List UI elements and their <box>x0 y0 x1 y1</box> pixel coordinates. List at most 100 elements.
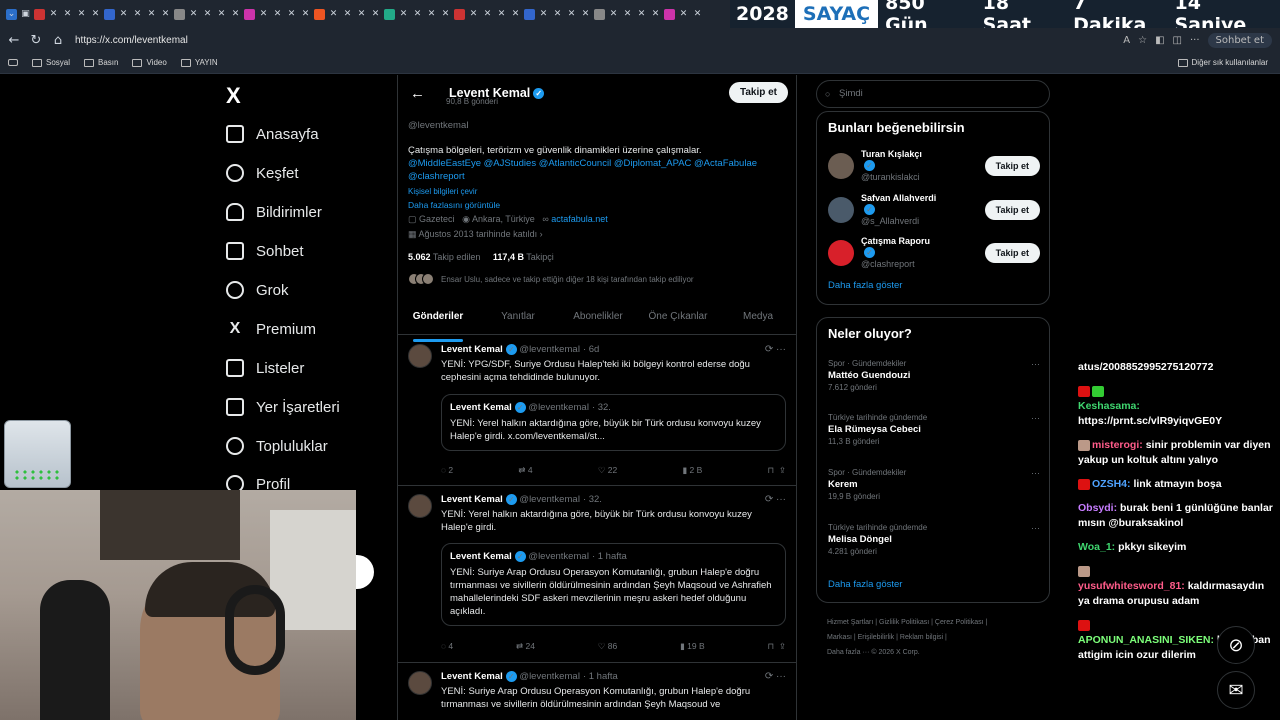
nav-premium[interactable]: X Premium <box>226 320 316 338</box>
nav-messages[interactable]: Sohbet <box>226 242 304 260</box>
footer-link[interactable]: Hizmet Şartları <box>827 619 873 626</box>
browser-tab[interactable]: ✕ <box>216 9 227 20</box>
reply-button[interactable]: ◌ 2 <box>441 465 453 476</box>
browser-tab[interactable] <box>384 8 395 20</box>
more-icon[interactable]: ⟳ ··· <box>765 344 786 355</box>
repost-button[interactable]: ⇄ 4 <box>518 465 532 476</box>
browser-tab[interactable]: ✕ <box>552 9 563 20</box>
home-icon[interactable]: ⌂ <box>47 33 69 48</box>
browser-tab[interactable] <box>454 8 465 20</box>
browser-tab[interactable]: ✕ <box>328 9 339 20</box>
copilot-button[interactable]: Sohbet et <box>1207 32 1272 48</box>
browser-tab[interactable]: ✕ <box>230 9 241 20</box>
x-logo-icon[interactable]: X <box>226 83 241 109</box>
suggestion[interactable]: Safvan Allahverdi ✓ @s_Allahverdi Takip et <box>828 192 1040 227</box>
browser-tab[interactable]: ✕ <box>146 9 157 20</box>
browser-tab[interactable]: ✕ <box>370 9 381 20</box>
browser-tab[interactable]: ✕ <box>90 9 101 20</box>
avatar[interactable] <box>408 671 432 695</box>
browser-tab[interactable]: ✕ <box>188 9 199 20</box>
repost-button[interactable]: ⇄ 24 <box>516 641 535 652</box>
browser-tab[interactable]: ✕ <box>398 9 409 20</box>
extension-icon[interactable]: ◧ <box>1155 35 1164 46</box>
footer-link[interactable]: Gizlilik Politikası <box>879 619 929 626</box>
bookmark-sosyal[interactable]: Sosyal <box>32 58 70 67</box>
show-more-link[interactable]: Daha fazlasını görüntüle <box>408 199 788 212</box>
browser-tab[interactable]: ✕ <box>496 9 507 20</box>
browser-tab[interactable]: ✕ <box>160 9 171 20</box>
followers-count[interactable]: 117,4 B Takipçi <box>493 252 554 262</box>
browser-tab[interactable] <box>524 8 535 20</box>
browser-tab[interactable]: ✕ <box>272 9 283 20</box>
tab-menu-icon[interactable]: ⌄ <box>6 8 17 20</box>
suggestion[interactable]: Turan Kışlakçı ✓ @turankislakci Takip et <box>828 148 1040 183</box>
browser-tab[interactable]: ✕ <box>636 9 647 20</box>
browser-tab[interactable] <box>594 8 605 20</box>
views-button[interactable]: ▮ 19 B <box>680 641 705 652</box>
favorite-icon[interactable]: ☆ <box>1138 35 1147 46</box>
show-more-link[interactable]: Daha fazla göster <box>828 280 902 291</box>
grok-float-icon[interactable]: ⊘ <box>1217 626 1255 664</box>
workspace-icon[interactable]: ▣ <box>20 9 31 20</box>
browser-tab[interactable]: ✕ <box>482 9 493 20</box>
browser-tab[interactable] <box>174 8 185 20</box>
tab-media[interactable]: Medya <box>718 307 796 334</box>
suggestion[interactable]: Çatışma Raporu ✓ @clashreport Takip et <box>828 235 1040 270</box>
browser-tab[interactable]: ✕ <box>412 9 423 20</box>
trend-item[interactable]: Spor · Gündemdekiler Mattéo Guendouzi 7.61… <box>828 358 1040 394</box>
nav-home[interactable]: Anasayfa <box>226 125 319 143</box>
search-input[interactable]: ○ Şimdi <box>816 80 1050 108</box>
like-button[interactable]: ♡ 22 <box>598 465 617 476</box>
other-bookmarks[interactable]: Diğer sık kullanılanlar <box>1177 58 1268 67</box>
follow-button[interactable]: Takip et <box>984 199 1040 220</box>
more-icon[interactable]: ⟳ ··· <box>765 494 786 505</box>
footer-link[interactable]: Daha fazla ··· <box>827 649 869 656</box>
nav-bookmarks[interactable]: Yer İşaretleri <box>226 398 340 416</box>
bio-links[interactable]: @MiddleEastEye @AJStudies @AtlanticCounc… <box>408 157 788 183</box>
tweet[interactable]: Levent Kemal ✓ @leventkemaI · 6d ⟳ ··· YE… <box>398 336 796 486</box>
browser-tab[interactable]: ✕ <box>580 9 591 20</box>
more-icon[interactable]: ··· <box>1190 35 1200 46</box>
trend-item[interactable]: Türkiye tarihinde gündemde Melisa Döngel 4… <box>828 522 1040 558</box>
browser-tab[interactable]: ✕ <box>692 9 703 20</box>
nav-grok[interactable]: Grok <box>226 281 289 299</box>
nav-explore[interactable]: Keşfet <box>226 164 299 182</box>
nav-communities[interactable]: Topluluklar <box>226 437 328 455</box>
trend-item[interactable]: Spor · Gündemdekiler Kerem 19,9 B gönderi ·… <box>828 467 1040 503</box>
profile-joined[interactable]: Ağustos 2013 tarihinde katıldı <box>419 229 538 239</box>
browser-tab[interactable]: ✕ <box>286 9 297 20</box>
views-button[interactable]: ▮ 2 B <box>682 465 702 476</box>
browser-tab[interactable]: ✕ <box>650 9 661 20</box>
avatar[interactable] <box>408 494 432 518</box>
quoted-tweet[interactable]: Levent Kemal ✓ @leventkemaI · 1 hafta YEN… <box>441 543 786 627</box>
url-field[interactable]: https://x.com/leventkemal <box>75 35 775 46</box>
browser-tab[interactable] <box>34 8 45 20</box>
follow-button[interactable]: Takip et <box>984 242 1040 263</box>
more-icon[interactable]: ⟳ ··· <box>765 671 786 682</box>
browser-tab[interactable]: ✕ <box>76 9 87 20</box>
browser-tab[interactable]: ✕ <box>608 9 619 20</box>
translate-bio-link[interactable]: Kişisel bilgileri çevir <box>408 185 788 198</box>
browser-tab[interactable] <box>104 8 115 20</box>
tab-replies[interactable]: Yanıtlar <box>478 307 558 334</box>
browser-tab[interactable]: ✕ <box>510 9 521 20</box>
browser-tab[interactable]: ✕ <box>538 9 549 20</box>
browser-tab[interactable]: ✕ <box>48 9 59 20</box>
followers-you-know[interactable]: Ensar Uslu, sadece ve takip ettiğin diğe… <box>408 273 694 285</box>
bookmarks-toggle-icon[interactable] <box>8 59 18 66</box>
browser-tab[interactable] <box>244 8 255 20</box>
browser-tab[interactable]: ✕ <box>118 9 129 20</box>
reload-icon[interactable]: ↻ <box>25 33 47 48</box>
browser-tab[interactable]: ✕ <box>300 9 311 20</box>
browser-tab[interactable]: ✕ <box>566 9 577 20</box>
profile-website[interactable]: actafabula.net <box>551 214 608 224</box>
bookmark-basin[interactable]: Basın <box>84 58 118 67</box>
browser-tab[interactable]: ✕ <box>678 9 689 20</box>
collections-icon[interactable]: ◫ <box>1173 35 1182 46</box>
browser-tab[interactable]: ✕ <box>426 9 437 20</box>
footer-link[interactable]: Reklam bilgisi <box>900 634 943 641</box>
tab-posts[interactable]: Gönderiler <box>398 307 478 342</box>
show-more-link[interactable]: Daha fazla göster <box>828 579 902 590</box>
follow-button[interactable]: Takip et <box>984 155 1040 176</box>
tweet[interactable]: Levent Kemal ✓ @leventkemaI · 1 hafta ⟳ ·… <box>398 663 796 720</box>
